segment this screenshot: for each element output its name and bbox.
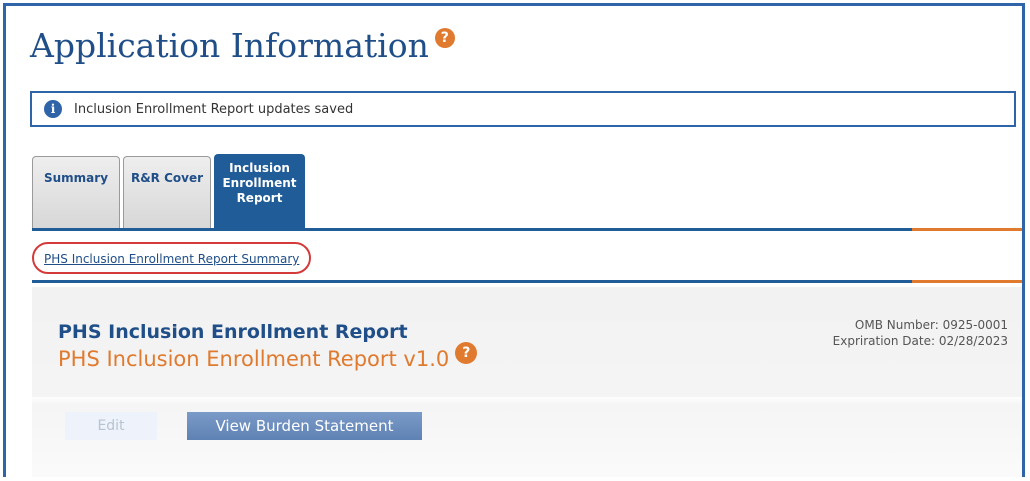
panel-fade xyxy=(32,397,1022,405)
help-icon[interactable]: ? xyxy=(434,27,455,48)
form-subtitle: PHS Inclusion Enrollment Report v1.0 ? xyxy=(58,342,478,371)
view-burden-statement-button[interactable]: View Burden Statement xyxy=(187,412,422,440)
omb-info: OMB Number: 0925-0001 Expriration Date: … xyxy=(833,317,1008,349)
edit-button[interactable]: Edit xyxy=(65,412,157,440)
tab-underline-bar xyxy=(32,228,912,231)
tab-inclusion-enrollment-report-label: Inclusion Enrollment Report xyxy=(222,161,297,205)
subnav-underline-accent xyxy=(912,280,1022,283)
omb-number: OMB Number: 0925-0001 xyxy=(854,318,1008,332)
tab-inclusion-enrollment-report[interactable]: Inclusion Enrollment Report xyxy=(214,154,305,228)
form-subtitle-text: PHS Inclusion Enrollment Report v1.0 xyxy=(58,347,450,371)
app-frame: Application Information ? i Inclusion En… xyxy=(3,3,1025,477)
subnav-link-summary[interactable]: PHS Inclusion Enrollment Report Summary xyxy=(44,252,299,266)
subnav-highlight: PHS Inclusion Enrollment Report Summary xyxy=(32,242,312,274)
status-notice: i Inclusion Enrollment Report updates sa… xyxy=(30,91,1016,127)
tab-summary-label: Summary xyxy=(43,171,109,185)
form-panel: PHS Inclusion Enrollment Report PHS Incl… xyxy=(32,287,1022,477)
page-title-text: Application Information xyxy=(30,26,429,65)
tab-underline-accent xyxy=(912,228,1022,231)
info-icon: i xyxy=(44,100,62,118)
subnav-underline-bar xyxy=(32,280,912,283)
tab-summary[interactable]: Summary xyxy=(32,156,120,228)
tab-rr-cover[interactable]: R&R Cover xyxy=(123,156,211,228)
help-icon[interactable]: ? xyxy=(455,342,478,364)
tab-rr-cover-label: R&R Cover xyxy=(130,171,204,185)
expiration-date: Expriration Date: 02/28/2023 xyxy=(832,334,1008,348)
page-title: Application Information ? xyxy=(30,26,455,65)
notice-message: Inclusion Enrollment Report updates save… xyxy=(74,101,354,117)
form-title: PHS Inclusion Enrollment Report xyxy=(58,321,408,343)
